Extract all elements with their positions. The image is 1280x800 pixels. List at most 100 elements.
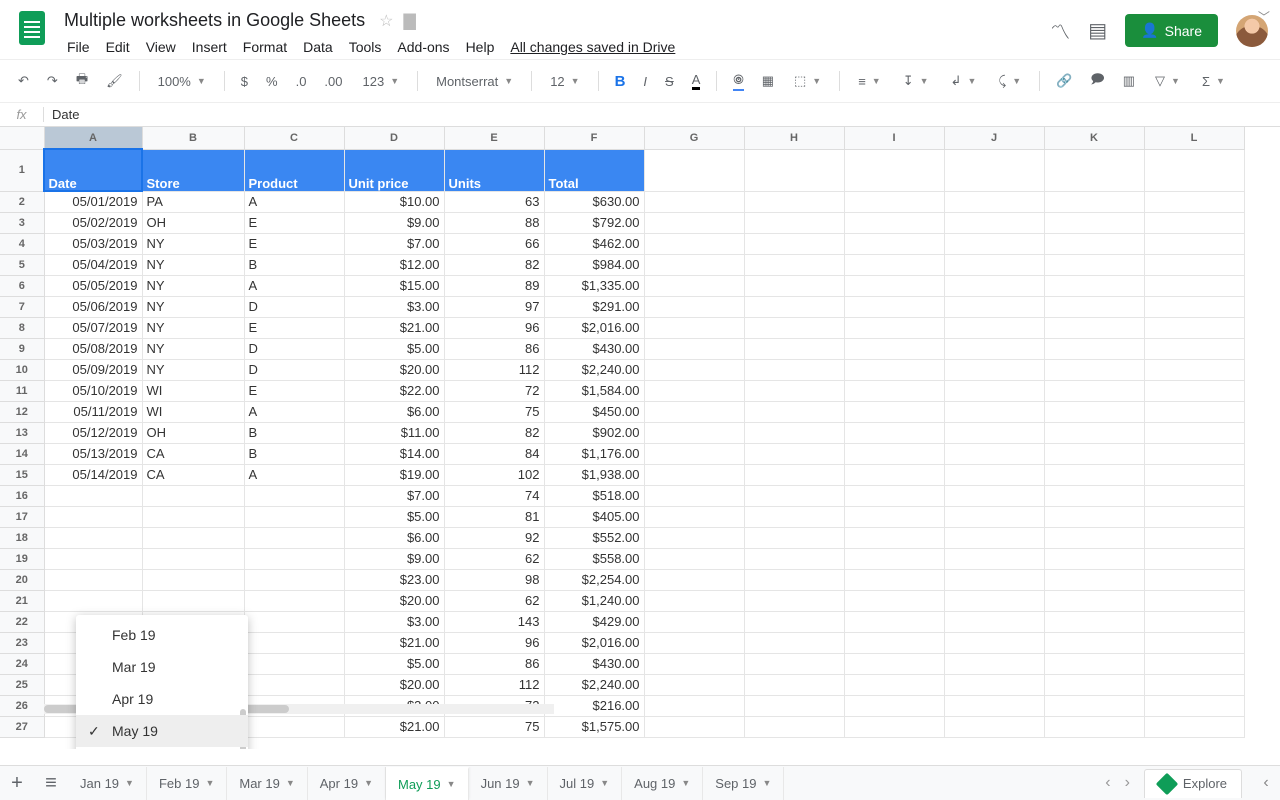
- menu-file[interactable]: File: [60, 35, 97, 59]
- row-header-11[interactable]: 11: [0, 380, 44, 401]
- cell[interactable]: $21.00: [344, 632, 444, 653]
- cell[interactable]: 05/02/2019: [44, 212, 142, 233]
- row-header-13[interactable]: 13: [0, 422, 44, 443]
- sheet-tab[interactable]: Mar 19▼: [227, 767, 307, 800]
- side-panel-toggle[interactable]: ‹: [1252, 774, 1280, 792]
- sheets-logo[interactable]: [12, 8, 52, 48]
- row-header-19[interactable]: 19: [0, 548, 44, 569]
- all-sheets-button[interactable]: ≡: [34, 772, 68, 795]
- bold-button[interactable]: B: [609, 69, 632, 94]
- cell[interactable]: $5.00: [344, 506, 444, 527]
- cell[interactable]: WI: [142, 401, 244, 422]
- cell[interactable]: [244, 548, 344, 569]
- col-header-H[interactable]: H: [744, 127, 844, 149]
- wrap-button[interactable]: ↲▼: [943, 69, 985, 93]
- col-header-I[interactable]: I: [844, 127, 944, 149]
- cell[interactable]: $2,254.00: [544, 569, 644, 590]
- cell[interactable]: [244, 590, 344, 611]
- cell[interactable]: E: [244, 212, 344, 233]
- cell[interactable]: 62: [444, 590, 544, 611]
- formula-input[interactable]: Date: [44, 107, 79, 122]
- collapse-toolbar[interactable]: 〉: [1255, 10, 1272, 22]
- cell[interactable]: $20.00: [344, 359, 444, 380]
- menu-help[interactable]: Help: [459, 35, 502, 59]
- cell[interactable]: NY: [142, 317, 244, 338]
- tab-scroll-right[interactable]: ›: [1125, 774, 1130, 792]
- cell[interactable]: $792.00: [544, 212, 644, 233]
- cell[interactable]: $7.00: [344, 485, 444, 506]
- cell[interactable]: $430.00: [544, 338, 644, 359]
- col-header-K[interactable]: K: [1044, 127, 1144, 149]
- cell[interactable]: $291.00: [544, 296, 644, 317]
- sheet-tab[interactable]: Sep 19▼: [703, 767, 784, 800]
- cell[interactable]: 81: [444, 506, 544, 527]
- row-header-9[interactable]: 9: [0, 338, 44, 359]
- decrease-decimal[interactable]: .0: [290, 70, 313, 93]
- cell[interactable]: E: [244, 380, 344, 401]
- row-header-4[interactable]: 4: [0, 233, 44, 254]
- cell[interactable]: E: [244, 317, 344, 338]
- tab-menu-icon[interactable]: ▼: [600, 778, 609, 788]
- cell[interactable]: 05/09/2019: [44, 359, 142, 380]
- cell[interactable]: 05/06/2019: [44, 296, 142, 317]
- row-header-21[interactable]: 21: [0, 590, 44, 611]
- cell[interactable]: $558.00: [544, 548, 644, 569]
- cell[interactable]: $23.00: [344, 569, 444, 590]
- cell[interactable]: 89: [444, 275, 544, 296]
- cell[interactable]: [244, 527, 344, 548]
- cell[interactable]: 102: [444, 464, 544, 485]
- share-button[interactable]: 👤Share: [1125, 14, 1218, 47]
- row-header-24[interactable]: 24: [0, 653, 44, 674]
- cell[interactable]: 92: [444, 527, 544, 548]
- cell[interactable]: B: [244, 443, 344, 464]
- paint-format-button[interactable]: 🖌: [100, 69, 129, 93]
- cell[interactable]: $5.00: [344, 338, 444, 359]
- cell[interactable]: $429.00: [544, 611, 644, 632]
- cell[interactable]: $3.00: [344, 296, 444, 317]
- format-currency[interactable]: $: [235, 70, 254, 93]
- tab-menu-icon[interactable]: ▼: [125, 778, 134, 788]
- cell[interactable]: 05/08/2019: [44, 338, 142, 359]
- col-header-C[interactable]: C: [244, 127, 344, 149]
- cell[interactable]: $902.00: [544, 422, 644, 443]
- popup-item[interactable]: Mar 19: [76, 651, 248, 683]
- cell[interactable]: 98: [444, 569, 544, 590]
- cell[interactable]: 82: [444, 254, 544, 275]
- cell[interactable]: 63: [444, 191, 544, 212]
- cell[interactable]: $450.00: [544, 401, 644, 422]
- zoom-select[interactable]: 100%▼: [150, 70, 214, 93]
- insert-chart-button[interactable]: ▥: [1117, 69, 1141, 93]
- cell[interactable]: $12.00: [344, 254, 444, 275]
- increase-decimal[interactable]: .00: [318, 70, 348, 93]
- cell[interactable]: $22.00: [344, 380, 444, 401]
- cell[interactable]: $430.00: [544, 653, 644, 674]
- cell[interactable]: 05/10/2019: [44, 380, 142, 401]
- header-cell[interactable]: Product: [244, 149, 344, 191]
- col-header-G[interactable]: G: [644, 127, 744, 149]
- header-cell[interactable]: Total: [544, 149, 644, 191]
- cell[interactable]: [142, 569, 244, 590]
- format-percent[interactable]: %: [260, 70, 284, 93]
- cell[interactable]: 75: [444, 716, 544, 737]
- cell[interactable]: [44, 569, 142, 590]
- cell[interactable]: [44, 590, 142, 611]
- row-header-3[interactable]: 3: [0, 212, 44, 233]
- cell[interactable]: [244, 506, 344, 527]
- row-header-15[interactable]: 15: [0, 464, 44, 485]
- cell[interactable]: OH: [142, 212, 244, 233]
- trend-icon[interactable]: 〽: [1050, 16, 1070, 45]
- strikethrough-button[interactable]: S: [659, 70, 680, 93]
- row-header-12[interactable]: 12: [0, 401, 44, 422]
- cell[interactable]: $21.00: [344, 716, 444, 737]
- popup-item[interactable]: Apr 19: [76, 683, 248, 715]
- cell[interactable]: $2,240.00: [544, 674, 644, 695]
- cell[interactable]: 62: [444, 548, 544, 569]
- sheet-tab[interactable]: Apr 19▼: [308, 767, 386, 800]
- row-header-18[interactable]: 18: [0, 527, 44, 548]
- cell[interactable]: PA: [142, 191, 244, 212]
- cell[interactable]: [244, 632, 344, 653]
- cell[interactable]: D: [244, 338, 344, 359]
- sheet-tab[interactable]: Feb 19▼: [147, 767, 227, 800]
- cell[interactable]: 72: [444, 380, 544, 401]
- cell[interactable]: $9.00: [344, 548, 444, 569]
